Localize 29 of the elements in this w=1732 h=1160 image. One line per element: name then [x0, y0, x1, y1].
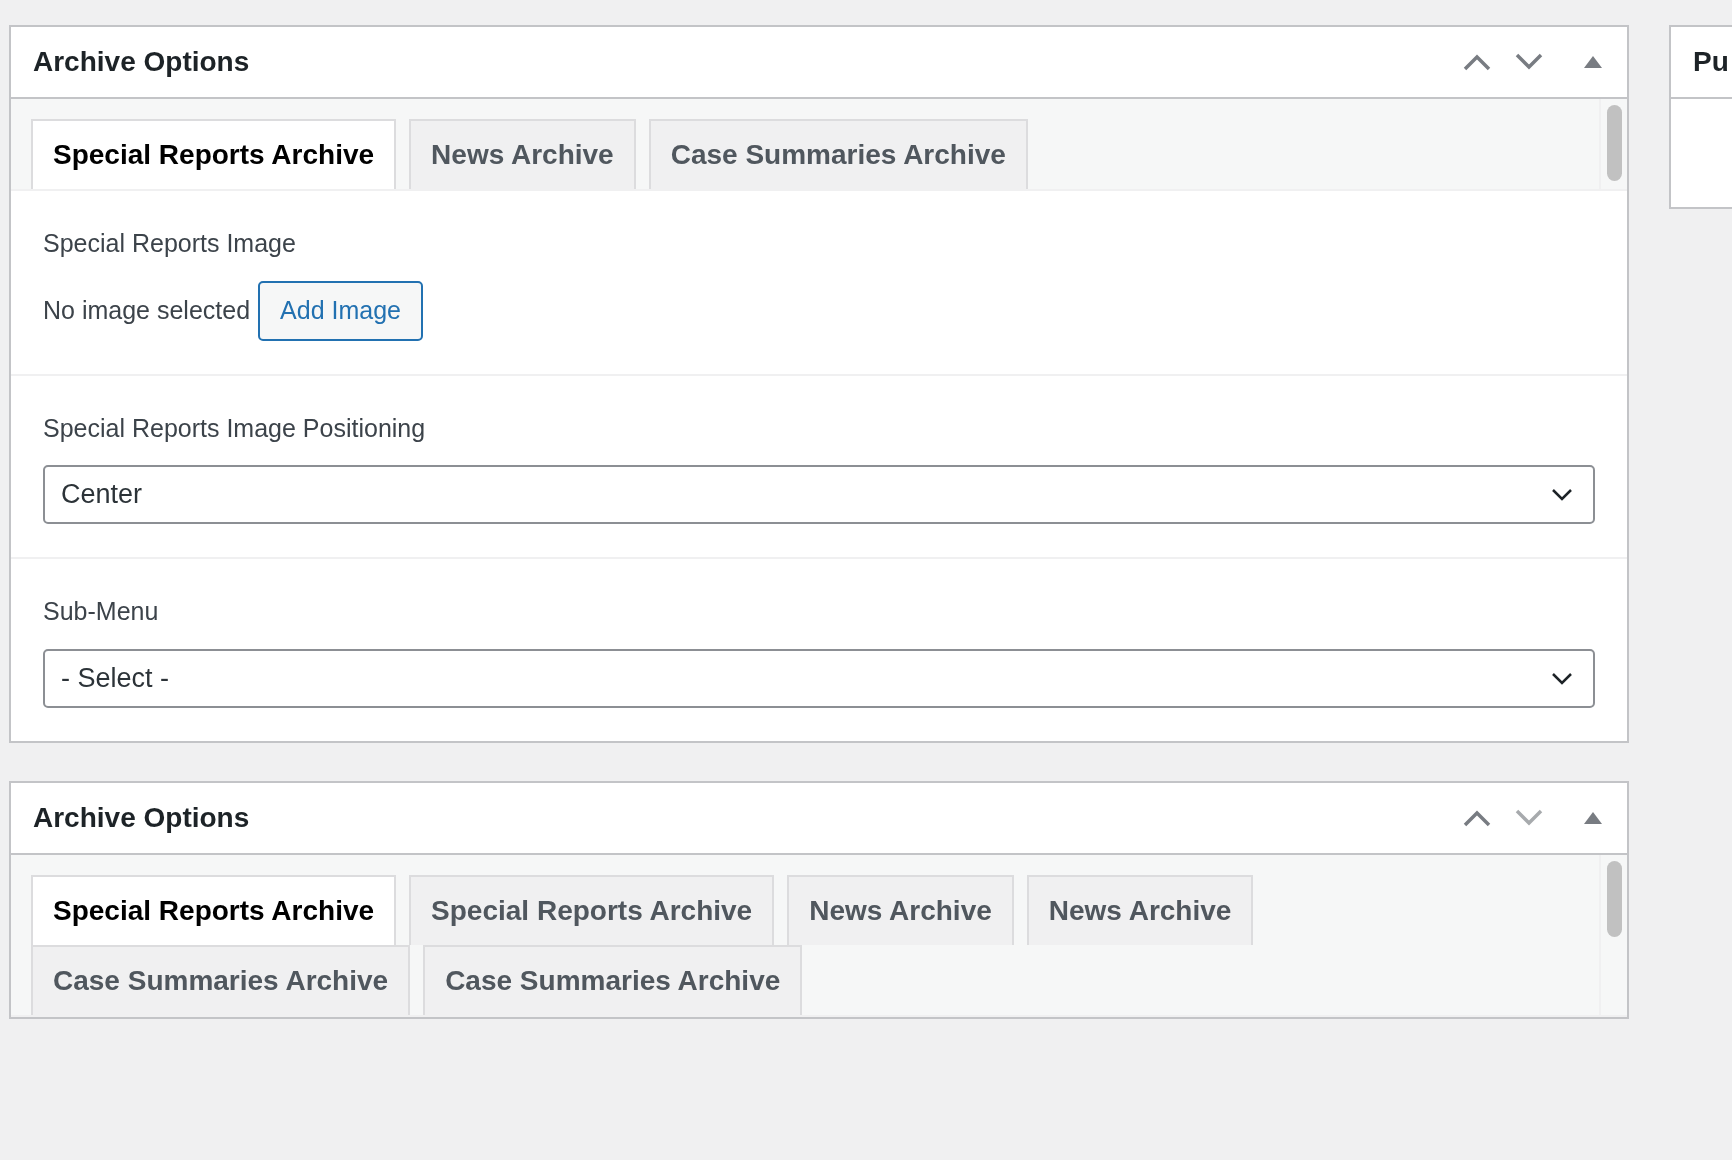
triangle-up-icon: [1584, 56, 1602, 68]
chevron-down-icon: [1515, 53, 1543, 71]
select-dropdown[interactable]: Center: [43, 465, 1595, 524]
field-label: Special Reports Image Positioning: [43, 412, 427, 444]
panel-title: Pu: [1693, 45, 1729, 79]
panel-title: Archive Options: [33, 45, 250, 79]
chevron-down-icon: [1515, 808, 1543, 827]
tab[interactable]: Case Summaries Archive: [31, 944, 411, 1015]
tab[interactable]: Case Summaries Archive: [423, 944, 803, 1015]
tab[interactable]: News Archive: [409, 119, 636, 189]
tab[interactable]: Case Summaries Archive: [648, 119, 1028, 189]
field-label: Sub-Menu: [43, 596, 160, 627]
chevron-up-icon: [1463, 808, 1491, 827]
chevron-up-icon: [1463, 53, 1491, 71]
image-status: No image selected: [43, 294, 251, 326]
tab[interactable]: News Archive: [787, 874, 1014, 945]
chevron-down-icon: [1551, 671, 1573, 685]
tab[interactable]: Special Reports Archive: [31, 119, 397, 189]
tab[interactable]: Special Reports Archive: [409, 874, 775, 945]
tab[interactable]: News Archive: [1026, 874, 1254, 945]
add-image-button[interactable]: Add Image: [258, 280, 423, 341]
scrollbar-thumb[interactable]: [1606, 105, 1622, 181]
select-dropdown[interactable]: - Select -: [43, 648, 1595, 708]
field-label: Special Reports Image: [43, 228, 297, 259]
scrollbar-thumb[interactable]: [1606, 860, 1622, 937]
triangle-up-icon: [1584, 811, 1602, 824]
tab[interactable]: Special Reports Archive: [31, 874, 397, 945]
chevron-down-icon: [1551, 488, 1573, 501]
panel-title: Archive Options: [33, 800, 250, 835]
